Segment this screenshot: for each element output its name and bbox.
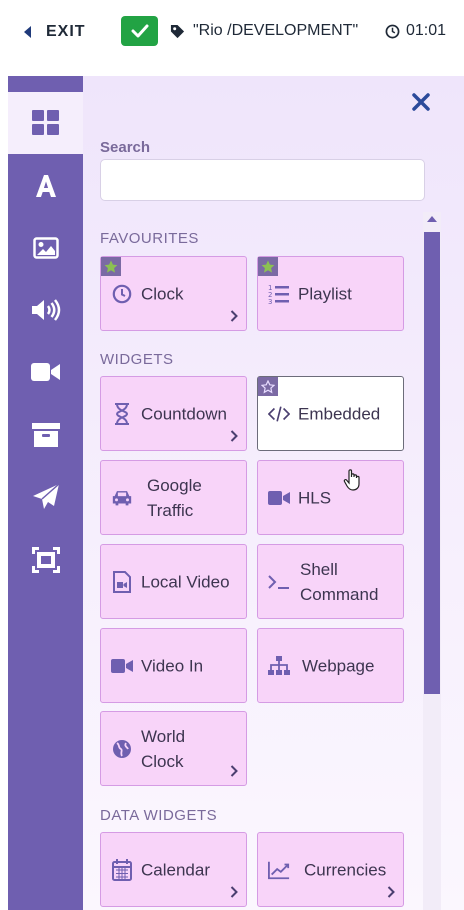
tag-icon xyxy=(170,24,185,38)
expand-icon xyxy=(31,547,60,573)
widget-card-calendar[interactable]: Calendar xyxy=(100,832,247,907)
widget-label: Playlist xyxy=(298,284,352,303)
sidebar-tab-video[interactable] xyxy=(8,341,83,403)
globe-icon xyxy=(111,738,133,760)
chevron-right-icon[interactable] xyxy=(230,765,238,777)
section-data-widgets: DATA WIDGETS xyxy=(100,807,218,824)
duration-text: 01:01 xyxy=(406,22,447,39)
favourite-star-icon[interactable] xyxy=(101,257,121,276)
file-video-icon xyxy=(111,570,133,593)
widget-card-embedded[interactable]: Embedded xyxy=(257,376,404,451)
widget-label: Local Video xyxy=(141,572,230,591)
toolbox-panel: Search FAVOURITES Clock 123 Playlist WID… xyxy=(83,76,464,910)
toolbox-sidebar xyxy=(8,76,83,910)
widget-label: Shell Command xyxy=(300,559,379,604)
layout-duration: 01:01 xyxy=(385,22,446,40)
widget-label: Webpage xyxy=(302,656,375,675)
video-icon xyxy=(30,363,60,381)
calendar-icon xyxy=(111,858,133,881)
video-icon xyxy=(268,487,290,509)
sidebar-tab-send[interactable] xyxy=(8,466,83,528)
widget-card-world-clock[interactable]: World Clock xyxy=(100,711,247,786)
search-label: Search xyxy=(100,139,151,156)
chevron-right-icon[interactable] xyxy=(230,310,238,322)
caret-left-icon xyxy=(24,26,31,38)
widget-label: Countdown xyxy=(141,404,228,423)
widget-label: Currencies xyxy=(304,860,387,879)
sidebar-tab-audio[interactable] xyxy=(8,279,83,341)
toolbox: Search FAVOURITES Clock 123 Playlist WID… xyxy=(8,76,464,910)
publish-button[interactable] xyxy=(121,16,158,46)
terminal-icon xyxy=(268,571,290,593)
scroll-up-icon[interactable] xyxy=(427,216,437,222)
section-favourites: FAVOURITES xyxy=(100,230,199,247)
check-icon xyxy=(131,24,148,38)
favourite-star-icon[interactable] xyxy=(258,257,278,276)
sidebar-tab-widgets[interactable] xyxy=(8,92,83,154)
car-icon xyxy=(111,487,133,509)
hourglass-icon xyxy=(111,402,133,425)
audio-icon xyxy=(31,299,60,321)
text-icon xyxy=(35,175,56,197)
widget-card-hls[interactable]: HLS xyxy=(257,460,404,535)
list-icon: 123 xyxy=(268,283,290,305)
widget-label: HLS xyxy=(298,488,332,507)
image-icon xyxy=(32,237,59,259)
svg-text:3: 3 xyxy=(268,298,272,305)
clock-icon xyxy=(111,283,133,305)
panel-scrollbar[interactable] xyxy=(423,212,441,910)
chevron-right-icon[interactable] xyxy=(230,886,238,898)
sidebar-tab-expand[interactable] xyxy=(8,529,83,591)
widget-label: Clock xyxy=(141,284,184,303)
send-icon xyxy=(32,483,59,509)
widget-card-webpage[interactable]: Webpage xyxy=(257,628,404,703)
chart-line-icon xyxy=(268,859,290,881)
clock-icon xyxy=(385,24,400,38)
widget-card-shell-command[interactable]: Shell Command xyxy=(257,544,404,619)
sidebar-tab-image[interactable] xyxy=(8,217,83,279)
widgets-icon xyxy=(31,110,59,135)
top-bar: EXIT "Rio /DEVELOPMENT" 01:01 xyxy=(0,0,464,62)
chevron-right-icon[interactable] xyxy=(230,430,238,442)
widget-card-countdown[interactable]: Countdown xyxy=(100,376,247,451)
code-icon xyxy=(268,403,290,425)
widget-card-playlist[interactable]: 123 Playlist xyxy=(257,256,404,331)
layout-name-text: "Rio /DEVELOPMENT" xyxy=(193,22,359,39)
widget-label: World Clock xyxy=(141,726,186,771)
section-widgets: WIDGETS xyxy=(100,351,174,368)
widget-card-google-traffic[interactable]: Google Traffic xyxy=(100,460,247,535)
scrollbar-thumb[interactable] xyxy=(424,232,440,694)
widget-card-video-in[interactable]: Video In xyxy=(100,628,247,703)
widget-label: Video In xyxy=(141,656,204,675)
favourite-star-icon[interactable] xyxy=(258,377,278,396)
sidebar-tab-text[interactable] xyxy=(8,155,83,217)
layout-name: "Rio /DEVELOPMENT" xyxy=(170,22,358,40)
widget-card-local-video[interactable]: Local Video xyxy=(100,544,247,619)
widget-label: Google Traffic xyxy=(147,475,202,520)
widget-label: Calendar xyxy=(141,860,210,879)
sitemap-icon xyxy=(268,655,290,677)
exit-button[interactable]: EXIT xyxy=(24,21,86,43)
search-input[interactable] xyxy=(100,159,425,201)
sidebar-tab-archive[interactable] xyxy=(8,404,83,466)
chevron-right-icon[interactable] xyxy=(387,886,395,898)
archive-icon xyxy=(31,423,60,447)
hand-cursor-icon xyxy=(343,469,360,491)
widget-card-currencies[interactable]: Currencies xyxy=(257,832,404,907)
video-icon xyxy=(111,655,133,677)
widget-card-clock[interactable]: Clock xyxy=(100,256,247,331)
exit-label: EXIT xyxy=(46,23,86,40)
close-icon[interactable] xyxy=(411,92,431,112)
widget-label: Embedded xyxy=(298,404,381,423)
